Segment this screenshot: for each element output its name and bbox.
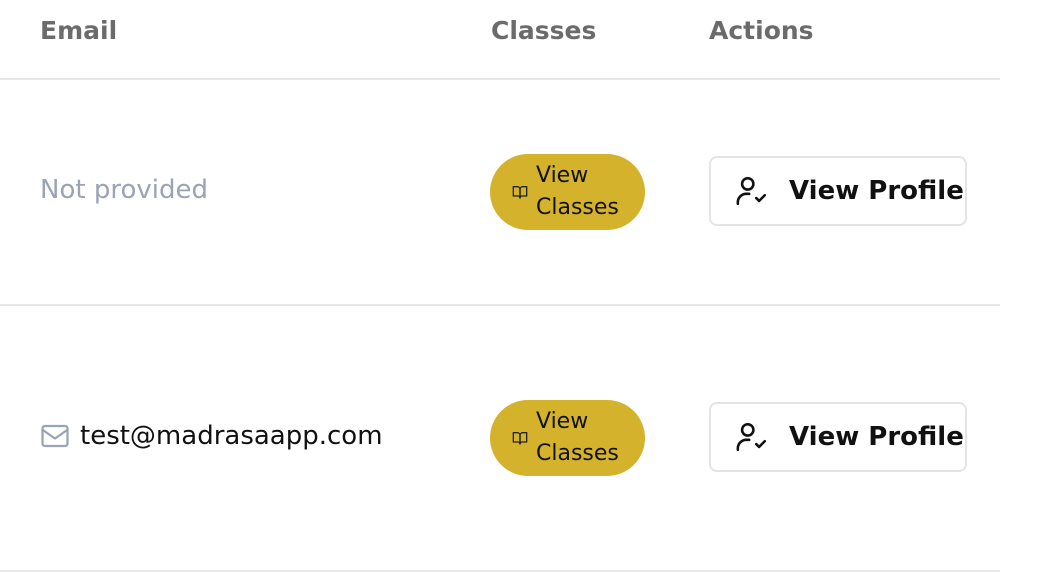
mail-icon	[40, 421, 70, 451]
email-address: test@madrasaapp.com	[80, 421, 383, 451]
column-header-classes: Classes	[491, 16, 597, 45]
view-profile-label: View Profile	[789, 422, 964, 452]
view-classes-button[interactable]: View Classes	[490, 154, 645, 230]
view-classes-label: View Classes	[536, 409, 619, 466]
column-header-actions: Actions	[709, 16, 814, 45]
view-classes-label: View Classes	[536, 163, 619, 220]
view-profile-button[interactable]: View Profile	[709, 402, 967, 472]
view-profile-label: View Profile	[789, 176, 964, 206]
email-cell: Not provided	[40, 175, 208, 205]
book-open-icon	[512, 184, 528, 200]
column-header-email: Email	[40, 16, 118, 45]
view-profile-button[interactable]: View Profile	[709, 156, 967, 226]
email-not-provided: Not provided	[40, 175, 208, 205]
table-row: Not provided View Classes View Profile	[0, 80, 1000, 306]
book-open-icon	[512, 430, 528, 446]
user-check-icon	[735, 174, 769, 208]
view-classes-button[interactable]: View Classes	[490, 400, 645, 476]
user-check-icon	[735, 420, 769, 454]
table-header-row: Email Classes Actions	[0, 0, 1000, 80]
table-row: test@madrasaapp.com View Classes View Pr…	[0, 306, 1000, 572]
email-cell: test@madrasaapp.com	[40, 421, 383, 451]
users-table: Email Classes Actions Not provided View …	[0, 0, 1000, 579]
